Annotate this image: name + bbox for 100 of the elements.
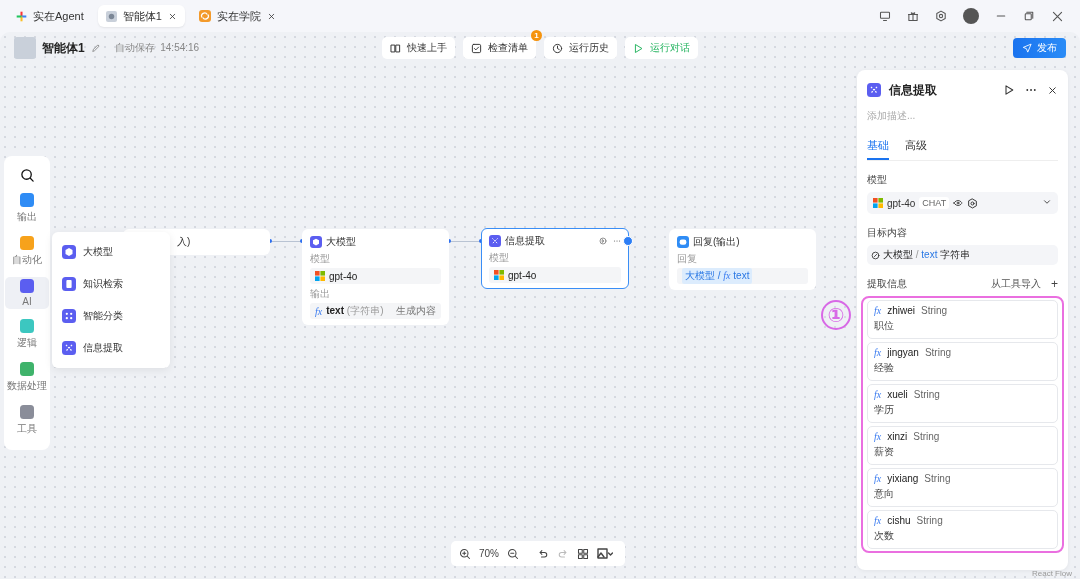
field-label: 回复 <box>677 252 698 266</box>
publish-button[interactable]: 发布 <box>1013 38 1066 58</box>
layout-icon[interactable] <box>577 547 589 560</box>
close-icon[interactable] <box>266 11 276 21</box>
close-icon[interactable] <box>1047 84 1058 96</box>
model-field: gpt-4o <box>489 267 621 283</box>
document-icon <box>62 277 76 291</box>
field-type: String <box>924 347 952 358</box>
field-description: 经验 <box>874 361 895 375</box>
extract-icon <box>62 341 76 355</box>
function-symbol: fx <box>874 431 882 442</box>
output-field: fx text (字符串) 生成内容 <box>310 303 441 319</box>
section-label: 模型 <box>867 173 888 187</box>
toolbar-button[interactable]: 运行历史 <box>544 37 617 59</box>
agent-name: 智能体1 <box>42 39 85 57</box>
microsoft-logo-icon <box>873 198 883 208</box>
panel-title: 信息提取 <box>889 82 937 98</box>
grid-icon <box>62 309 76 323</box>
field-card[interactable]: fx xinzi String 薪资 <box>867 426 1058 465</box>
target-field[interactable]: 大模型 / text 字符串 <box>867 245 1058 265</box>
node-title: 入) <box>177 235 191 249</box>
field-label: 输出 <box>310 287 331 301</box>
model-select[interactable]: gpt-4o CHAT <box>867 192 1058 214</box>
field-card[interactable]: fx yixiang String 意向 <box>867 468 1058 507</box>
play-circle-icon[interactable] <box>599 237 607 245</box>
reply-node[interactable]: 回复(输出) 回复 大模型 / fx text <box>669 229 816 290</box>
function-symbol: fx <box>874 389 882 400</box>
field-name: xinzi <box>887 431 908 442</box>
llm-node[interactable]: 大模型 模型 gpt-4o 输出 fx text (字符串) 生成内容 <box>302 229 449 325</box>
settings-icon[interactable] <box>967 197 979 209</box>
field-card[interactable]: fx jingyan String 经验 <box>867 342 1058 381</box>
eye-icon[interactable] <box>953 198 964 208</box>
field-type: String <box>913 389 940 400</box>
import-link[interactable]: 从工具导入 <box>991 277 1041 291</box>
window-tab[interactable]: 实在Agent <box>8 5 92 27</box>
menu-item[interactable]: 智能分类 <box>62 309 160 323</box>
field-card[interactable]: fx cishu String 次数 <box>867 510 1058 549</box>
section-label: 提取信息 <box>867 277 907 291</box>
user-avatar[interactable] <box>963 8 979 24</box>
robot-thumbnail-icon <box>105 10 117 22</box>
window-tab[interactable]: 实在学院 <box>190 5 284 27</box>
search-icon[interactable] <box>19 168 35 183</box>
agent-avatar <box>14 37 36 59</box>
field-card[interactable]: fx xueli String 学历 <box>867 384 1058 423</box>
undo-icon[interactable] <box>537 547 549 560</box>
section-label: 目标内容 <box>867 226 908 240</box>
sidebar-item[interactable]: 输出 <box>5 191 49 226</box>
field-name: xueli <box>887 389 908 400</box>
description-field[interactable]: 添加描述... <box>867 110 1058 121</box>
settings-icon[interactable] <box>935 10 947 22</box>
send-icon[interactable] <box>1022 43 1032 53</box>
restore-icon[interactable] <box>1023 10 1035 22</box>
panel-tab[interactable]: 高级 <box>905 139 927 160</box>
cube-icon <box>62 245 76 259</box>
node-title: 信息提取 <box>505 234 545 248</box>
sidebar-item[interactable]: 自动化 <box>5 234 49 269</box>
toolbar-button[interactable]: 快速上手 <box>382 37 455 59</box>
window-tab[interactable]: 智能体1 <box>97 5 185 27</box>
clock-icon[interactable] <box>552 42 563 54</box>
zoom-in-icon[interactable] <box>459 547 471 560</box>
field-description: 薪资 <box>874 445 895 459</box>
attribution: React Flow <box>1032 569 1072 578</box>
image-dropdown-icon[interactable] <box>597 545 613 562</box>
monitor-icon[interactable] <box>879 10 891 22</box>
field-type: String <box>924 473 951 484</box>
book-icon[interactable] <box>390 42 401 54</box>
microsoft-logo-icon <box>315 271 325 281</box>
panel-tab[interactable]: 基础 <box>867 139 889 160</box>
add-button[interactable]: + <box>1051 277 1058 291</box>
function-symbol: fx <box>874 515 882 526</box>
microsoft-logo-icon <box>494 270 504 280</box>
close-icon[interactable] <box>1051 9 1064 23</box>
autosave-status: 自动保存 14:54:16 <box>114 41 200 55</box>
menu-item[interactable]: 信息提取 <box>62 341 160 355</box>
function-symbol: fx <box>874 347 882 358</box>
chevron-down-icon[interactable] <box>1042 197 1052 207</box>
field-description: 职位 <box>874 319 895 333</box>
field-type: String <box>916 515 943 526</box>
sidebar-item[interactable]: 逻辑 <box>5 317 49 352</box>
toolbar-button[interactable]: 检查清单 <box>463 37 536 59</box>
chat-bubble-icon <box>677 236 689 248</box>
pinwheel-logo-icon <box>16 10 27 22</box>
field-name: zhiwei <box>887 305 915 316</box>
field-name: yixiang <box>887 473 919 484</box>
field-card[interactable]: fx zhiwei String 职位 <box>867 300 1058 339</box>
gift-icon[interactable] <box>907 10 919 22</box>
extract-icon <box>867 83 881 97</box>
connection-handle[interactable] <box>623 236 633 246</box>
zoom-level: 70% <box>479 548 499 559</box>
sidebar-item[interactable]: 工具 <box>5 403 49 438</box>
close-icon[interactable] <box>167 11 177 21</box>
count-badge: 1 <box>531 30 542 41</box>
play-icon[interactable] <box>1003 84 1015 96</box>
sidebar-item[interactable]: 数据处理 <box>5 360 49 395</box>
checkbox-icon[interactable] <box>471 42 482 54</box>
menu-item[interactable]: 知识检索 <box>62 277 160 291</box>
function-symbol: fx <box>874 473 882 484</box>
sidebar-item[interactable]: AI <box>5 277 49 309</box>
field-description: 学历 <box>874 403 895 417</box>
zoom-out-icon[interactable] <box>507 547 519 560</box>
